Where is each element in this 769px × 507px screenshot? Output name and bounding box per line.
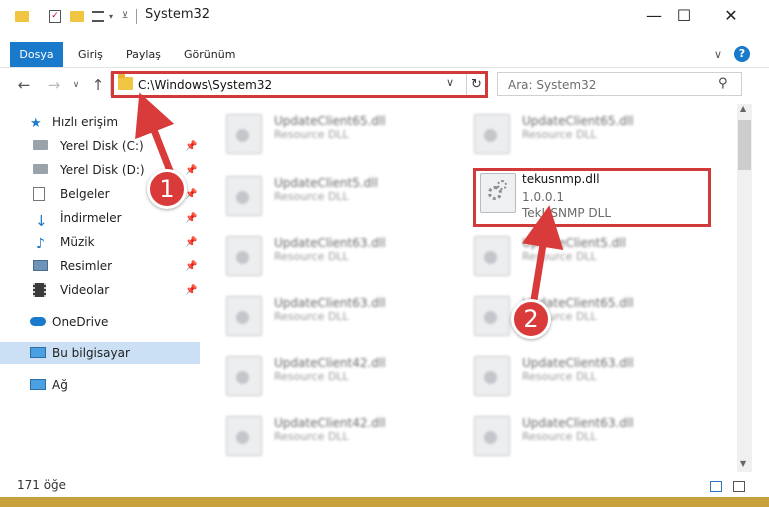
arrow-1 (135, 92, 176, 178)
explorer-window: ✓ ▾ ⊻ System32 — ☐ ✕ Dosya Giriş Paylaş … (0, 0, 769, 497)
callout-arrows (135, 92, 564, 307)
arrow-2 (521, 205, 564, 307)
step-2-badge: 2 (511, 299, 551, 339)
step-1-badge: 1 (147, 169, 187, 209)
